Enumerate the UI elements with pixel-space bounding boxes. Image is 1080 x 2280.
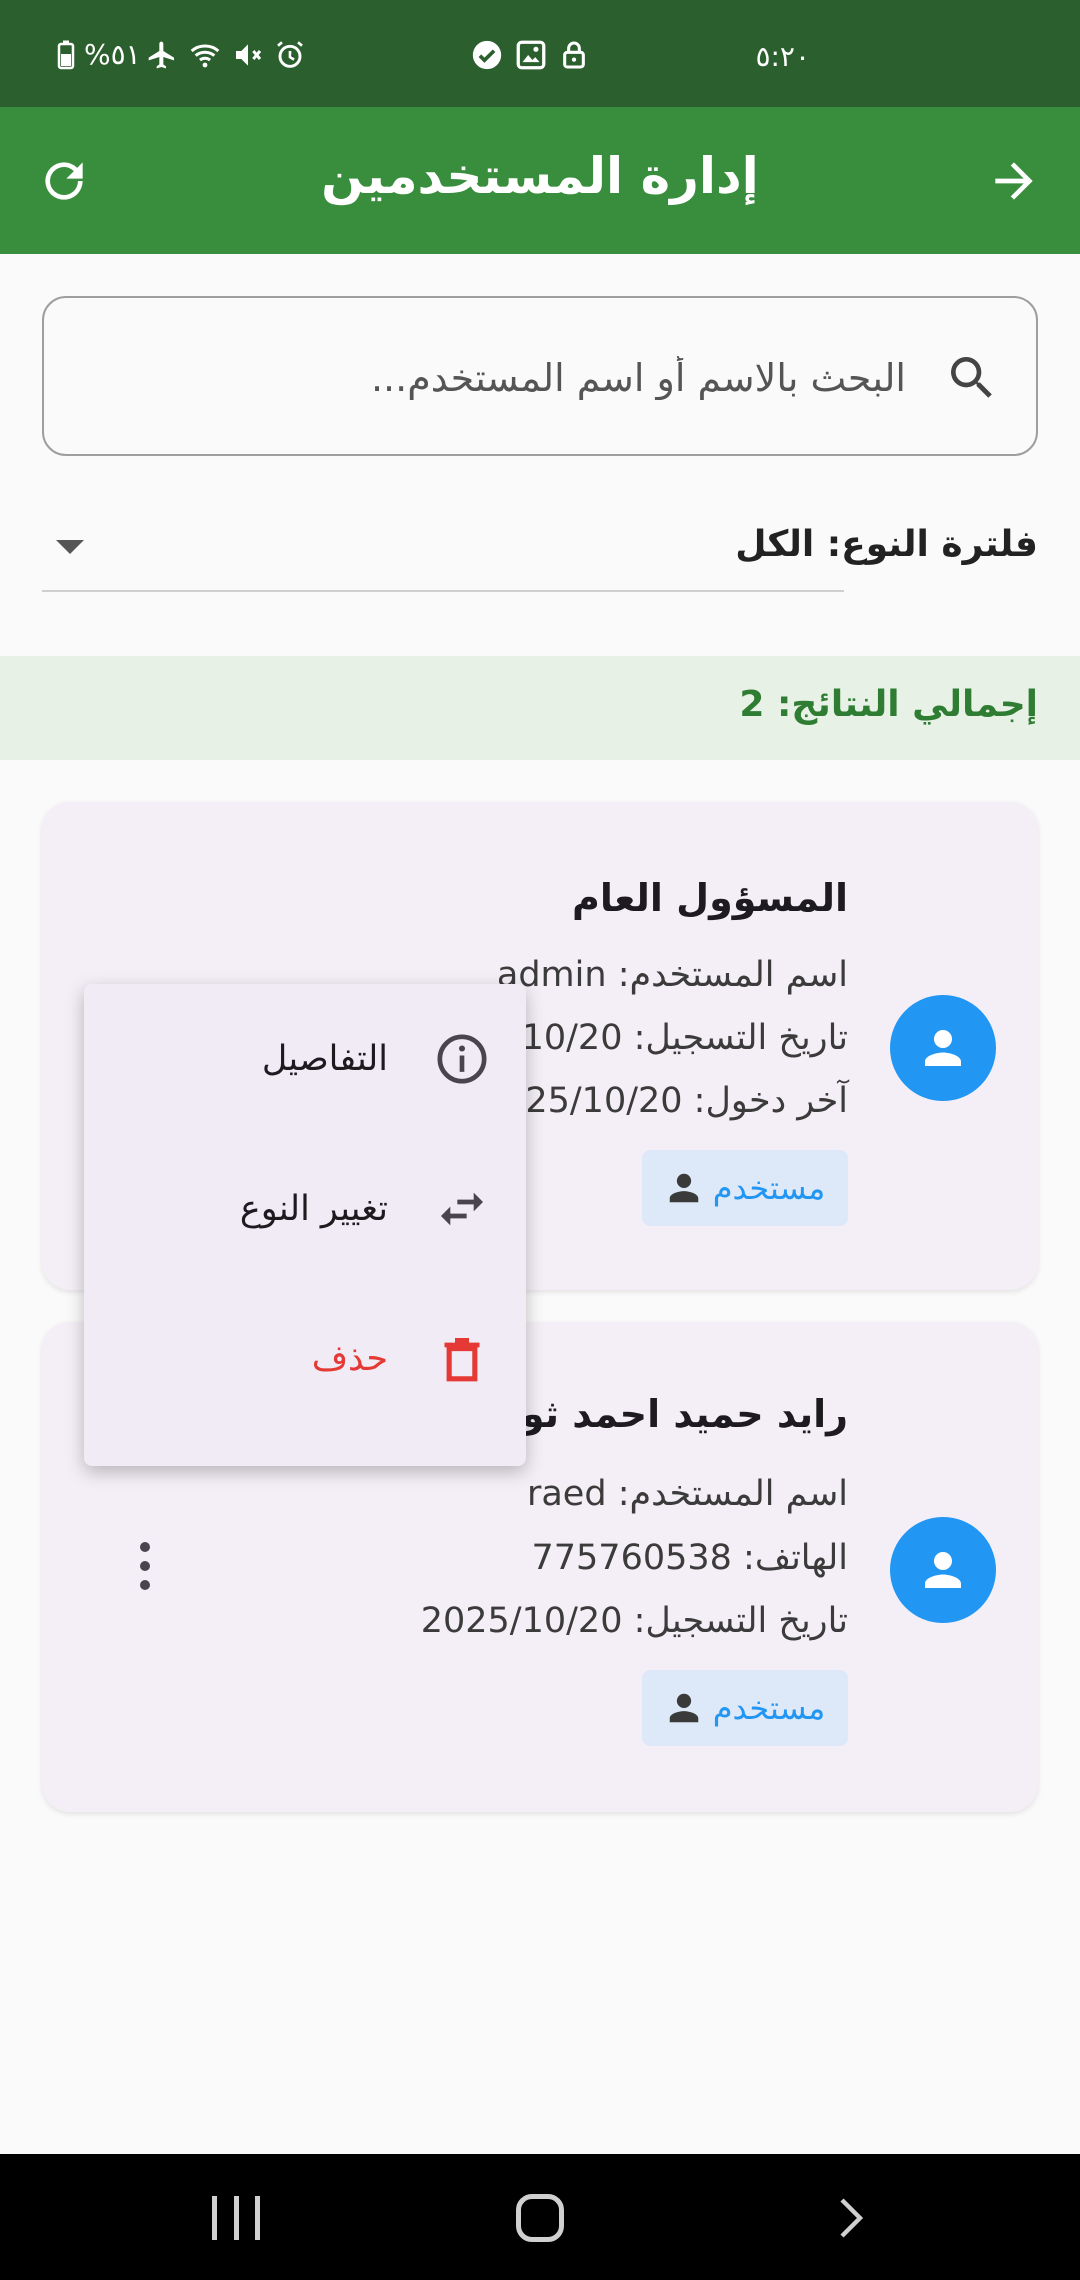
dropdown-arrow-icon: [56, 540, 84, 554]
search-field[interactable]: [42, 296, 1038, 456]
user-name: رايد حميد احمد ثوابة: [470, 1392, 848, 1436]
person-icon: [925, 1030, 961, 1066]
wifi-icon: [190, 44, 220, 67]
role-badge: مستخدم: [642, 1150, 848, 1226]
home-icon[interactable]: [516, 2194, 564, 2242]
menu-item-delete[interactable]: حذف: [84, 1284, 526, 1434]
results-summary: إجمالي النتائج: 2: [0, 656, 1080, 760]
more-options-icon[interactable]: [130, 1536, 160, 1596]
lock-icon: [563, 41, 585, 69]
system-nav-bar: [0, 2154, 1080, 2280]
status-icons-left: %٥١: [52, 38, 311, 71]
delete-icon: [434, 1331, 490, 1387]
menu-item-details[interactable]: التفاصيل: [84, 984, 526, 1134]
user-username: اسم المستخدم: admin: [496, 955, 848, 995]
search-icon: [951, 357, 992, 398]
battery-icon: [57, 40, 75, 69]
menu-item-change-type[interactable]: تغيير النوع: [84, 1134, 526, 1284]
image-icon: [516, 40, 546, 70]
menu-item-label: حذف: [311, 1339, 388, 1379]
person-icon: [925, 1552, 961, 1588]
menu-item-label: تغيير النوع: [239, 1189, 388, 1229]
page-title: إدارة المستخدمين: [321, 147, 759, 205]
status-bar: %٥١ ٥:٢٠: [0, 0, 1080, 107]
user-phone: الهاتف: 775760538: [531, 1538, 849, 1578]
role-badge: مستخدم: [642, 1670, 848, 1746]
avatar: [890, 1517, 996, 1623]
app-bar: إدارة المستخدمين: [0, 107, 1080, 254]
filter-dropdown[interactable]: [42, 510, 844, 592]
menu-item-label: التفاصيل: [261, 1039, 388, 1079]
search-input[interactable]: [186, 338, 906, 418]
battery-percent: %٥١: [84, 38, 141, 71]
alarm-icon: [276, 40, 303, 68]
user-username: اسم المستخدم: raed: [526, 1474, 848, 1514]
more-dot: [140, 1542, 150, 1552]
role-label: مستخدم: [712, 1689, 826, 1727]
status-time: ٥:٢٠: [755, 40, 810, 73]
airplane-mode-icon: [148, 41, 174, 68]
status-icons-right: [465, 38, 595, 72]
mute-icon: [235, 43, 261, 66]
recents-icon[interactable]: [212, 2196, 260, 2240]
nav-back-icon[interactable]: [826, 2194, 874, 2242]
swap-icon: [434, 1181, 490, 1237]
context-menu: التفاصيل تغيير النوع حذف: [84, 984, 526, 1466]
person-icon: [669, 1693, 698, 1723]
role-label: مستخدم: [712, 1169, 826, 1207]
results-count: إجمالي النتائج: 2: [739, 684, 1038, 725]
user-registration-date: تاريخ التسجيل: 2025/10/20: [420, 1601, 848, 1641]
info-icon: [434, 1031, 490, 1087]
more-dot: [140, 1580, 150, 1590]
avatar: [890, 995, 996, 1101]
type-filter: فلترة النوع: الكل: [42, 510, 1038, 594]
more-dot: [140, 1561, 150, 1571]
user-last-login: آخر دخول: 2025/10/20: [480, 1081, 848, 1121]
user-name: المسؤول العام: [572, 876, 848, 920]
person-icon: [669, 1173, 698, 1203]
back-arrow-icon[interactable]: [986, 153, 1042, 209]
check-circle-icon: [472, 40, 502, 70]
